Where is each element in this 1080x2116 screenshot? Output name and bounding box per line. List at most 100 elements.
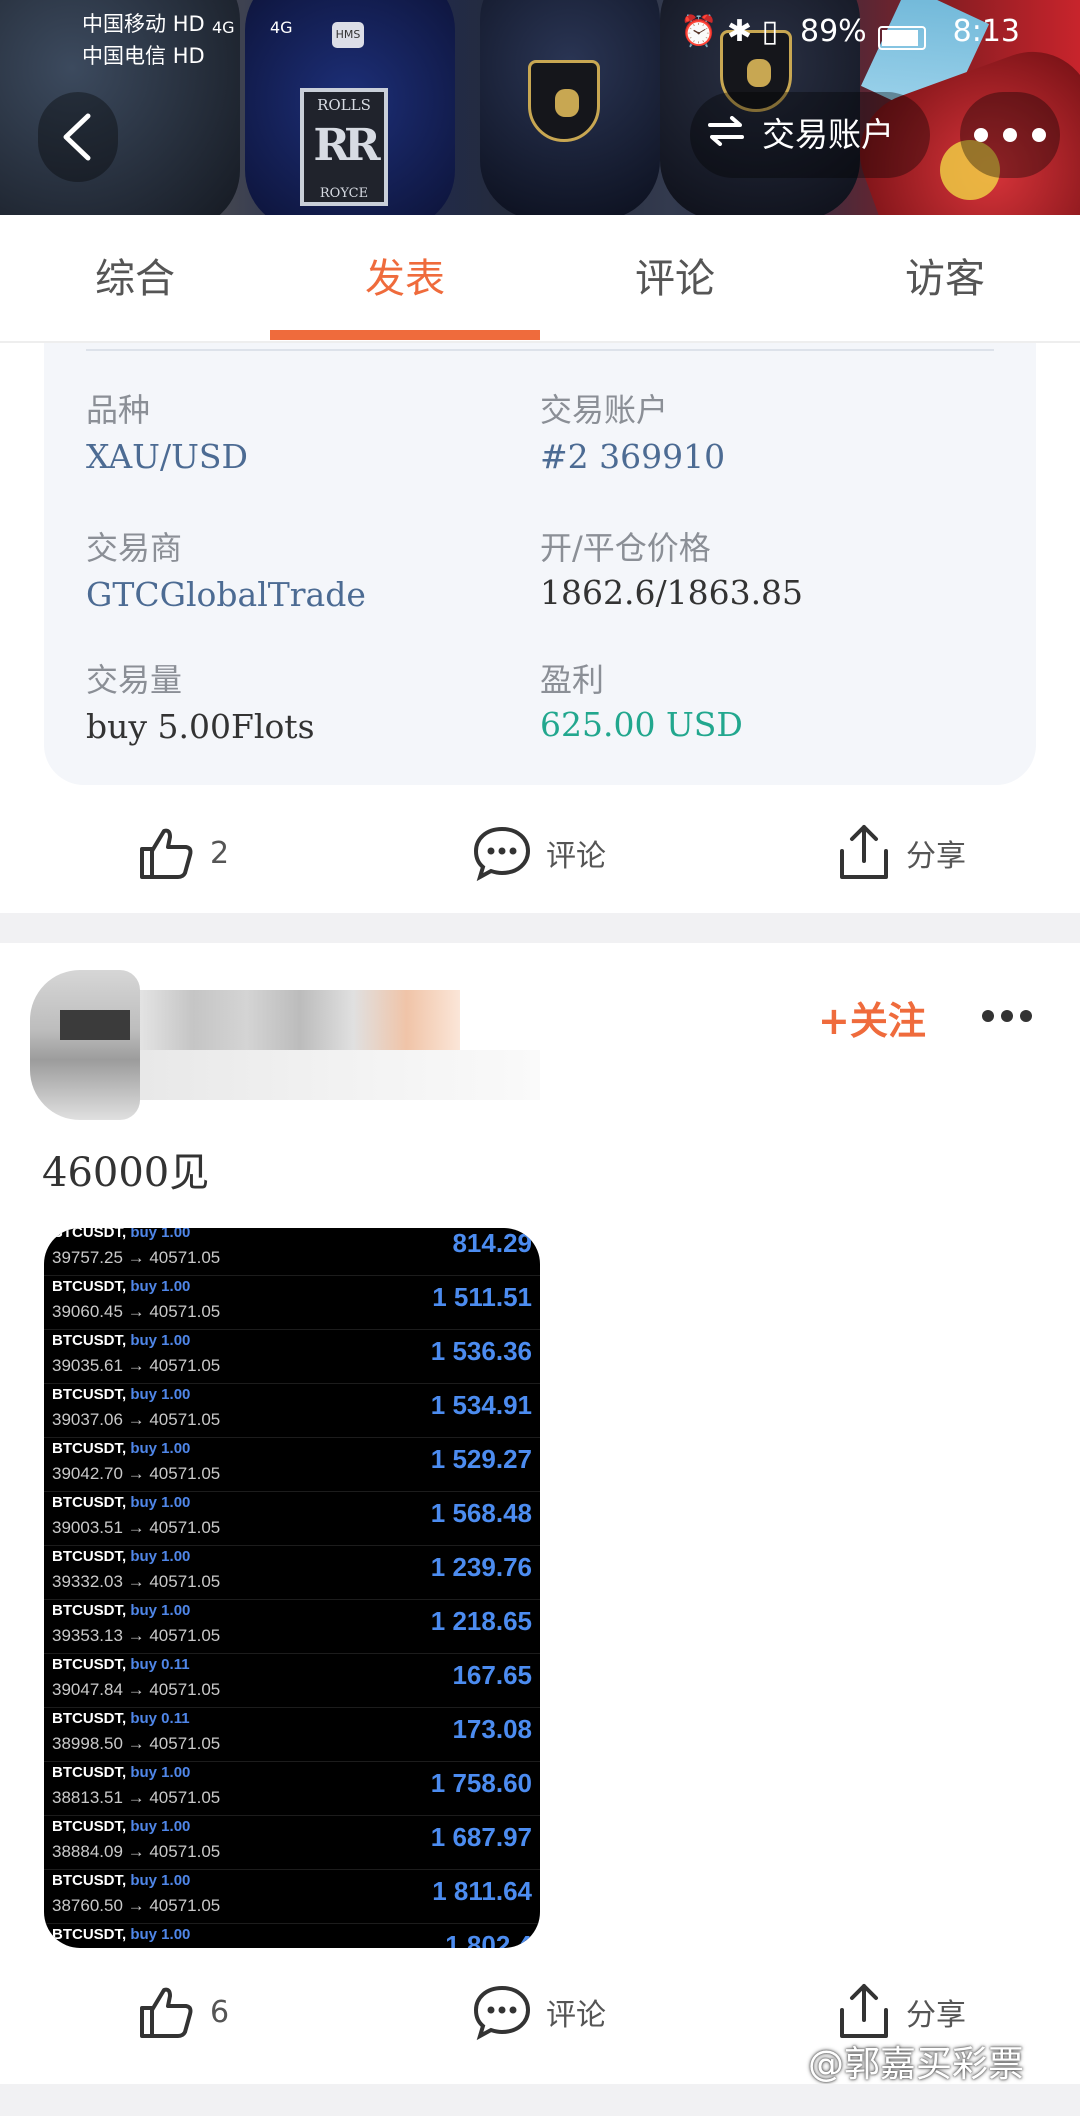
more-options-button[interactable] [960, 92, 1060, 178]
thumbs-up-icon [140, 828, 193, 879]
trade-side: buy 1.00 [130, 1872, 191, 1889]
alarm-bluetooth-vibrate-icons: ⏰ ✱ ▯ [680, 14, 779, 49]
price-label: 开/平仓价格 [540, 529, 711, 567]
thumbs-up-icon [140, 1987, 193, 2038]
carrier-1: 中国移动 [82, 12, 166, 36]
active-tab-indicator [270, 330, 540, 340]
profit-value: 625.00 USD [540, 705, 743, 744]
divider [86, 349, 994, 351]
trade-pnl: 1 218.65 [430, 1606, 532, 1636]
trade-prices: 39037.06 → 40571.05 [52, 1410, 221, 1429]
trade-side: buy 1.00 [130, 1278, 191, 1295]
post-action-bar: 2 评论 分享 [0, 793, 1080, 913]
like-button[interactable]: 2 [136, 793, 229, 913]
trade-pnl: 1 568.48 [430, 1498, 532, 1528]
trade-side: buy 1.00 [130, 1440, 191, 1457]
clock: 8:13 [952, 14, 1020, 49]
trade-row: BTCUSDT, buy 1.00 39353.13 → 40571.05 1 21… [44, 1600, 540, 1654]
tab-overview[interactable]: 综合 [0, 215, 270, 343]
trade-row: BTCUSDT, buy 1.00 39757.25 → 40571.05 814.… [44, 1228, 540, 1276]
carrier-2: 中国电信 [82, 44, 166, 68]
share-label: 分享 [906, 1998, 966, 2033]
comment-label: 评论 [546, 1998, 606, 2033]
account-value[interactable]: #2 369910 [540, 437, 725, 476]
trade-pnl: 1 534.91 [430, 1390, 532, 1420]
trade-symbol: BTCUSDT, [52, 1548, 127, 1565]
share-button[interactable]: 分享 [836, 793, 966, 913]
post-more-button[interactable] [982, 1010, 1032, 1024]
trade-row: BTCUSDT, buy 1.00 38813.51 → 40571.05 1 75… [44, 1762, 540, 1816]
like-button[interactable]: 6 [136, 1952, 229, 2072]
trade-side: buy 1.00 [130, 1386, 191, 1403]
like-count: 2 [210, 835, 230, 871]
share-icon [840, 825, 888, 879]
trade-row: BTCUSDT, buy 1.00 39060.45 → 40571.05 1 51… [44, 1276, 540, 1330]
trade-pnl: 814.29 [452, 1228, 532, 1258]
comment-button[interactable]: 评论 [472, 1952, 606, 2072]
blurred-author-info[interactable] [30, 970, 570, 1120]
signal-icon: 4G [270, 18, 293, 37]
tab-visitors[interactable]: 访客 [810, 215, 1080, 343]
hms-icon: HMS [332, 22, 364, 48]
trade-side: buy 1.00 [130, 1926, 191, 1943]
comment-icon [473, 826, 531, 882]
dot-icon [1020, 1010, 1032, 1022]
comment-label: 评论 [546, 839, 606, 874]
signal-icon: 4G [212, 18, 235, 37]
dot-icon [1001, 1010, 1013, 1022]
trade-pnl: 167.65 [452, 1660, 532, 1690]
trade-pnl: 1 511.51 [432, 1282, 532, 1312]
trade-side: buy 1.00 [130, 1764, 191, 1781]
trade-row: BTCUSDT, buy 1.00 39332.03 → 40571.05 1 23… [44, 1546, 540, 1600]
trade-side: buy 1.00 [130, 1228, 191, 1241]
symbol-label: 品种 [86, 391, 151, 429]
hd-badge: HD [172, 44, 205, 68]
trade-prices: 39757.25 → 40571.05 [52, 1248, 221, 1267]
trade-symbol: BTCUSDT, [52, 1278, 127, 1295]
post-screenshot-image[interactable]: BTCUSDT, buy 1.00 39757.25 → 40571.05 814.… [44, 1228, 540, 1948]
tab-posts[interactable]: 发表 [270, 215, 540, 343]
back-button[interactable] [38, 92, 118, 182]
share-label: 分享 [906, 839, 966, 874]
trade-symbol: BTCUSDT, [52, 1332, 127, 1349]
trade-side: buy 1.00 [130, 1494, 191, 1511]
volume-value: buy 5.00Flots [86, 707, 315, 746]
trade-row: BTCUSDT, buy 1.00 39037.06 → 40571.05 1 53… [44, 1384, 540, 1438]
trading-account-button[interactable]: 交易账户 [690, 92, 930, 178]
broker-label: 交易商 [86, 529, 183, 567]
battery-icon [878, 26, 926, 50]
trade-symbol: BTCUSDT, [52, 1926, 127, 1943]
hd-badge: HD [172, 12, 205, 36]
trade-symbol: BTCUSDT, [52, 1764, 127, 1781]
swap-icon [706, 92, 750, 178]
account-label: 交易账户 [540, 391, 669, 429]
trade-side: buy 1.00 [130, 1548, 191, 1565]
trade-prices: 39047.84 → 40571.05 [52, 1680, 221, 1699]
trade-pnl: 173.08 [452, 1714, 532, 1744]
trade-row: BTCUSDT, buy 1.00 39035.61 → 40571.05 1 53… [44, 1330, 540, 1384]
trade-row: BTCUSDT, buy 1.00 38760.50 → 40571.05 1 81… [44, 1870, 540, 1924]
symbol-value[interactable]: XAU/USD [86, 437, 248, 476]
price-value: 1862.6/1863.85 [540, 573, 804, 612]
trade-row: BTCUSDT, buy 0.11 38998.50 → 40571.05 173.… [44, 1708, 540, 1762]
trade-prices: 38813.51 → 40571.05 [52, 1788, 221, 1807]
comment-icon [473, 1985, 531, 2041]
trade-pnl: 1 536.36 [430, 1336, 532, 1366]
trade-pnl: 1 239.76 [430, 1552, 532, 1582]
back-arrow-icon [63, 113, 91, 161]
follow-button[interactable]: +关注 [818, 990, 926, 1045]
trading-account-label: 交易账户 [762, 115, 894, 154]
dot-icon [982, 1010, 994, 1022]
comment-button[interactable]: 评论 [472, 793, 606, 913]
trade-prices: 38884.09 → 40571.05 [52, 1842, 221, 1861]
broker-value[interactable]: GTCGlobalTrade [86, 575, 366, 614]
tab-comments[interactable]: 评论 [540, 215, 810, 343]
trade-symbol: BTCUSDT, [52, 1872, 127, 1889]
trade-prices: 39003.51 → 40571.05 [52, 1518, 221, 1537]
trade-row: BTCUSDT, buy 1.00 39003.51 → 40571.05 1 56… [44, 1492, 540, 1546]
trade-side: buy 0.11 [130, 1710, 190, 1727]
share-icon [840, 1984, 888, 2038]
section-divider [0, 2084, 1080, 2116]
lamborghini-logo [528, 60, 600, 142]
trade-pnl: 1 687.97 [430, 1822, 532, 1852]
